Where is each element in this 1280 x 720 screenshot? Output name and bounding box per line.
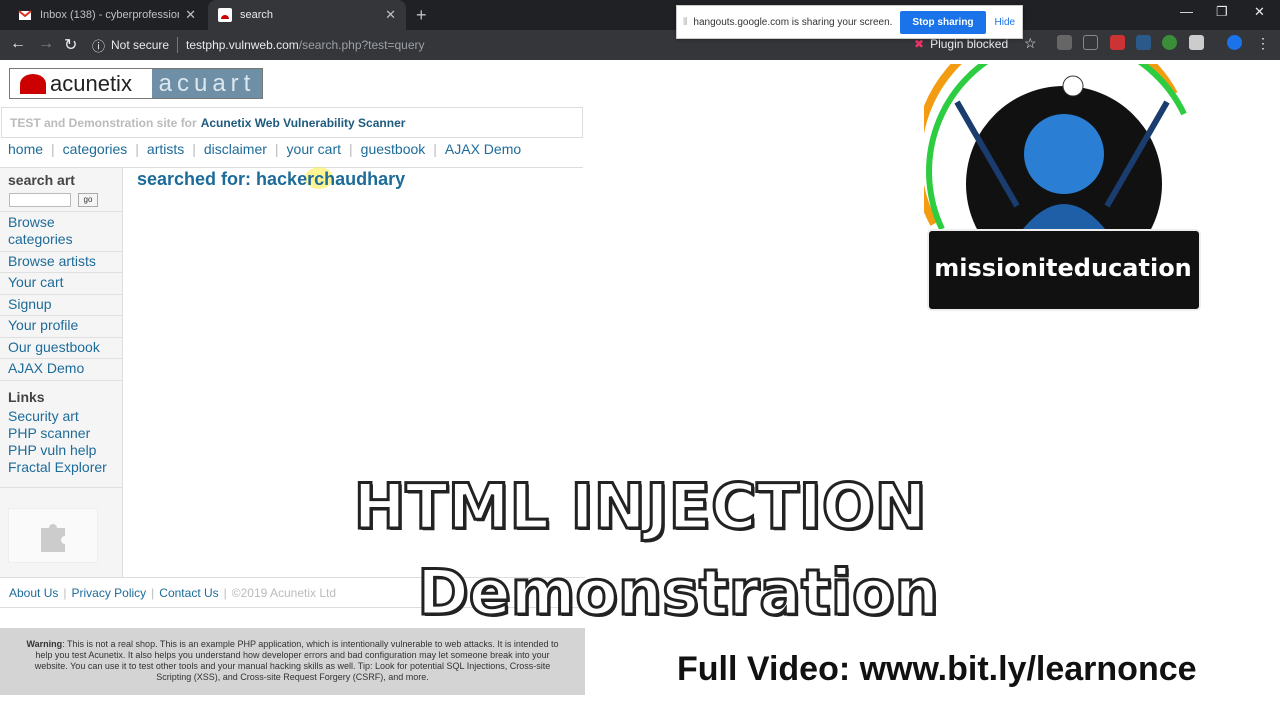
extension-icon[interactable] xyxy=(1136,35,1151,50)
nav-artists[interactable]: artists xyxy=(147,141,184,157)
extension-icon[interactable] xyxy=(1162,35,1177,50)
menu-signup[interactable]: Signup xyxy=(8,296,118,313)
divider xyxy=(0,211,122,212)
divider xyxy=(0,294,122,295)
search-input[interactable] xyxy=(9,193,71,207)
divider xyxy=(0,251,122,252)
warning-label: Warning xyxy=(26,639,63,649)
stop-sharing-button[interactable]: Stop sharing xyxy=(900,10,986,34)
channel-brand-text: missioniteducation xyxy=(934,254,1192,282)
links-heading: Links xyxy=(8,389,45,405)
top-nav: home | categories | artists | disclaimer | y… xyxy=(8,141,522,157)
acunetix-icon xyxy=(218,8,232,22)
nav-categories[interactable]: categories xyxy=(63,141,128,157)
hide-button[interactable]: Hide xyxy=(995,17,1016,28)
bookmark-star-icon[interactable]: ☆ xyxy=(1024,35,1037,52)
close-window-icon[interactable]: ✕ xyxy=(1254,4,1265,20)
share-notice-text: hangouts.google.com is sharing your scre… xyxy=(693,16,893,28)
nav-your-cart[interactable]: your cart xyxy=(287,141,341,157)
tab-title: search xyxy=(240,9,274,21)
overlay-video-link: Full Video: www.bit.ly/learnonce xyxy=(677,650,1197,688)
menu-icon[interactable]: ⋮ xyxy=(1256,35,1270,52)
screen-share-notice: ⦀ hangouts.google.com is sharing your sc… xyxy=(676,5,1023,39)
logo-right-text: acuart xyxy=(152,69,262,98)
nav-home[interactable]: home xyxy=(8,141,43,157)
menu-your-cart[interactable]: Your cart xyxy=(8,274,118,291)
new-tab-icon[interactable]: + xyxy=(416,5,427,26)
back-icon[interactable]: ← xyxy=(10,35,26,53)
link-php-scanner[interactable]: PHP scanner xyxy=(8,425,118,442)
extension-icon[interactable] xyxy=(1083,35,1098,50)
link-php-vuln-help[interactable]: PHP vuln help xyxy=(8,442,118,459)
tab-title: Inbox (138) - cyberprofessionalp... xyxy=(40,9,179,21)
plugin-blocked-label: Plugin blocked xyxy=(930,37,1009,51)
menu-our-guestbook[interactable]: Our guestbook xyxy=(8,339,118,356)
divider xyxy=(0,315,122,316)
plugin-blocked-indicator[interactable]: ✖ Plugin blocked xyxy=(914,37,1008,51)
site-logo[interactable]: acunetix acuart xyxy=(9,68,263,99)
info-icon[interactable]: ⓘ xyxy=(92,36,105,55)
logo-left-text: acunetix xyxy=(50,70,132,96)
site-tagline: TEST and Demonstration site for Acunetix… xyxy=(1,107,583,138)
tab-search[interactable]: search ✕ xyxy=(208,0,406,30)
search-result-heading: searched for: hackerchaudhary xyxy=(137,169,406,189)
acunetix-logo-icon xyxy=(20,73,46,94)
nav-guestbook[interactable]: guestbook xyxy=(361,141,426,157)
url-path: /search.php?test=query xyxy=(298,38,425,52)
extension-icon[interactable] xyxy=(1189,35,1204,50)
profile-avatar[interactable] xyxy=(1227,35,1242,50)
restore-icon[interactable]: ❐ xyxy=(1216,4,1228,20)
divider xyxy=(0,358,122,359)
menu-browse-artists[interactable]: Browse artists xyxy=(8,253,118,270)
warning-notice: Warning: This is not a real shop. This i… xyxy=(0,628,585,695)
extension-icon[interactable] xyxy=(1110,35,1125,50)
extension-icon[interactable] xyxy=(1057,35,1072,50)
nav-ajax-demo[interactable]: AJAX Demo xyxy=(445,141,521,157)
overlay-title-line1: HTML INJECTION xyxy=(352,469,928,545)
reload-icon[interactable]: ↻ xyxy=(64,35,77,55)
search-go-button[interactable]: go xyxy=(78,193,98,207)
menu-browse-categories[interactable]: Browse categories xyxy=(8,214,118,248)
minimize-icon[interactable]: — xyxy=(1180,4,1193,19)
menu-your-profile[interactable]: Your profile xyxy=(8,317,118,334)
puzzle-blocked-icon: ✖ xyxy=(914,37,925,51)
nav-disclaimer[interactable]: disclaimer xyxy=(204,141,267,157)
gmail-icon xyxy=(18,8,32,22)
close-tab-icon[interactable]: ✕ xyxy=(185,7,196,23)
divider xyxy=(0,380,122,381)
tab-strip: Inbox (138) - cyberprofessionalp... ✕ se… xyxy=(0,0,1280,30)
warning-text: : This is not a real shop. This is an ex… xyxy=(34,639,559,682)
tagline-prefix: TEST and Demonstration site for xyxy=(10,115,197,130)
url-host: testphp.vulnweb.com xyxy=(186,38,299,52)
menu-ajax-demo[interactable]: AJAX Demo xyxy=(8,360,118,377)
security-indicator: Not secure xyxy=(111,38,170,52)
drag-handle-icon[interactable]: ⦀ xyxy=(683,17,687,28)
divider xyxy=(0,272,122,273)
overlay-title-line2: Demonstration xyxy=(416,555,940,631)
divider xyxy=(177,37,179,53)
search-heading: search art xyxy=(8,172,75,188)
tab-inbox[interactable]: Inbox (138) - cyberprofessionalp... ✕ xyxy=(8,0,206,30)
tagline-brand-link[interactable]: Acunetix Web Vulnerability Scanner xyxy=(201,116,406,130)
close-tab-icon[interactable]: ✕ xyxy=(385,7,396,23)
channel-logo: missioniteducation xyxy=(913,18,1202,314)
forward-icon[interactable]: → xyxy=(38,35,54,53)
link-security-art[interactable]: Security art xyxy=(8,408,118,425)
divider xyxy=(0,337,122,338)
